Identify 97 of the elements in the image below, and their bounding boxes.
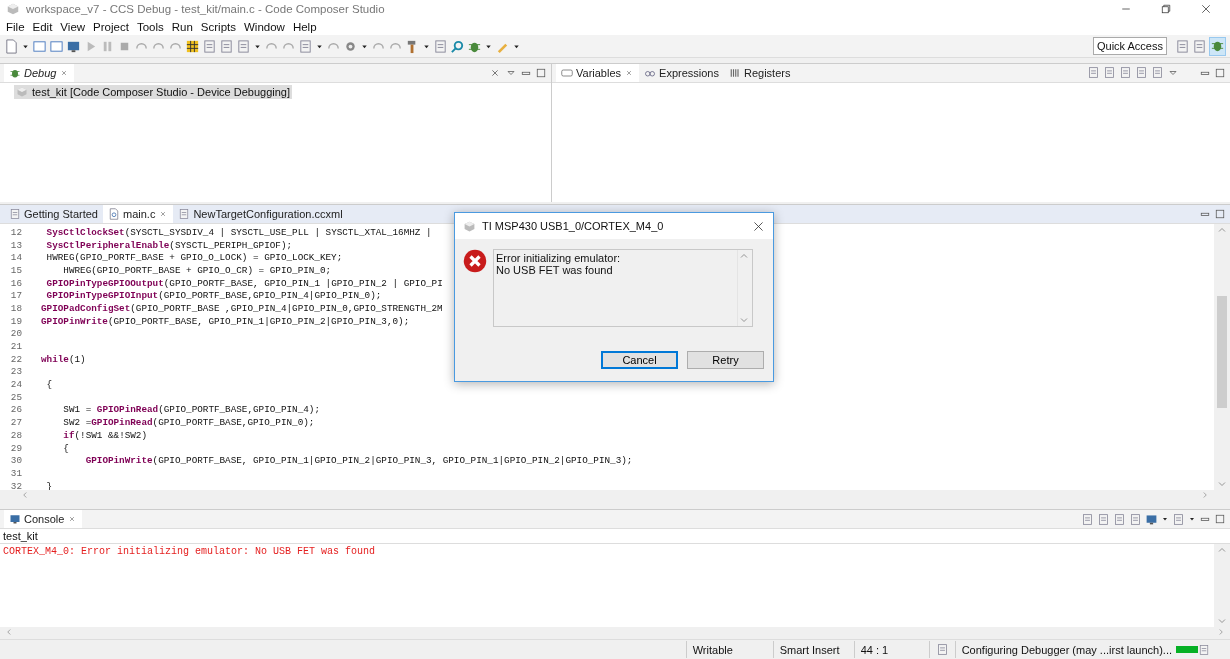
- doc-icon: [178, 208, 191, 220]
- code-line: HWREG(GPIO_PORTF_BASE + GPIO_O_LOCK) = GPIO_LOCK_KEY;: [45, 252, 343, 264]
- menu-item[interactable]: Edit: [28, 20, 57, 33]
- code-line: SysCtlPeripheralEnable(SYSCTL_PERIPH_GPIOF);: [45, 239, 293, 251]
- line-number: 32: [9, 480, 23, 490]
- line-number: 22: [9, 353, 23, 365]
- line-number: 23: [9, 366, 23, 378]
- view-tab[interactable]: Debug: [4, 63, 75, 82]
- cfile-icon: [108, 208, 120, 220]
- doc-icon: [433, 38, 448, 54]
- console-line: CORTEX_M4_0: Error initializing emulator: No USB FET was found: [3, 546, 377, 557]
- maximize-icon: [535, 66, 547, 79]
- menu-item[interactable]: View: [56, 20, 90, 33]
- scrollbar-thumb[interactable]: [1217, 296, 1227, 408]
- maximize-icon: [1214, 66, 1226, 79]
- restore-icon: [1160, 3, 1172, 16]
- progress-text: Configuring Debugger (may ...irst launch)...: [961, 643, 1172, 656]
- menu-item[interactable]: Help: [288, 20, 321, 33]
- doc-icon: [219, 38, 234, 54]
- code-line: GPIOPadConfigSet(GPIO_PORTF_BASE ,GPIO_PIN_4|GPIO_PIN_0,GPIO_STRENGTH_2M: [41, 302, 443, 314]
- line-number: 30: [9, 455, 23, 467]
- message-text: No USB FET was found: [496, 264, 614, 276]
- maximize-icon: [1214, 513, 1226, 525]
- code-line: }: [45, 480, 53, 490]
- grid-icon: [185, 38, 200, 54]
- message-text: Error initializing emulator:: [496, 252, 622, 264]
- view-tab[interactable]: Getting Started: [4, 205, 103, 223]
- status-field: Smart Insert: [772, 641, 854, 659]
- code-line: SW2 =GPIOPinRead(GPIO_PORTF_BASE,GPIO_PIN_0);: [62, 417, 315, 429]
- doc-icon: [298, 38, 313, 54]
- code-line: while(1): [41, 353, 86, 365]
- dialog-button[interactable]: Retry: [687, 351, 764, 369]
- code-line: if(!SW1 &&!SW2): [62, 429, 148, 441]
- close-icon: [752, 219, 765, 233]
- dropdown-arrow-icon: [1161, 515, 1169, 523]
- view-tab[interactable]: Expressions: [639, 63, 724, 82]
- close-icon: [1200, 3, 1212, 16]
- code-line: {: [45, 379, 53, 391]
- line-number: 14: [9, 252, 23, 264]
- save-all-icon: [49, 38, 64, 54]
- save-icon: [32, 38, 47, 54]
- status-field: Writable: [685, 641, 773, 659]
- doc-icon: [9, 208, 21, 220]
- line-number: 28: [9, 429, 23, 441]
- tree-item[interactable]: test_kit [Code Composer Studio - Device Debugging]: [14, 84, 293, 99]
- line-number: 17: [9, 290, 23, 302]
- code-line: SysCtlClockSet(SYSCTL_SYSDIV_4 | SYSCTL_USE_PLL | SYSCTL_XTAL_16MHZ |: [45, 226, 432, 238]
- menu-item[interactable]: Tools: [132, 20, 168, 33]
- quick-access-field[interactable]: Quick Access: [1092, 37, 1167, 56]
- bars-icon: [728, 66, 741, 79]
- line-number: 29: [9, 442, 23, 454]
- view-tab[interactable]: Variables: [556, 63, 640, 82]
- view-tab[interactable]: main.c: [103, 205, 174, 223]
- line-number: 24: [9, 379, 23, 391]
- menu-item[interactable]: Window: [240, 20, 289, 33]
- code-line: {: [62, 442, 69, 454]
- dropdown-arrow-icon: [1188, 515, 1196, 523]
- line-number: 19: [9, 315, 23, 327]
- line-number: 15: [9, 264, 23, 276]
- cube-icon: [16, 85, 28, 98]
- perspective-icon: [1175, 38, 1190, 54]
- line-number: 13: [9, 239, 23, 251]
- code-line: HWREG(GPIO_PORTF_BASE + GPIO_O_CR) = GPIO_PIN_0;: [62, 264, 332, 276]
- menu-item[interactable]: File: [2, 20, 29, 33]
- view-tab[interactable]: Registers: [723, 63, 796, 82]
- line-number: 25: [9, 391, 23, 403]
- new-file-icon: [4, 38, 19, 54]
- console-name: test_kit: [0, 529, 1230, 544]
- line-number: 12: [9, 226, 23, 238]
- maximize-icon: [1214, 208, 1226, 220]
- line-number: 27: [9, 417, 23, 429]
- app-icon: [6, 2, 20, 17]
- line-number: 31: [9, 467, 23, 479]
- line-number: 21: [9, 341, 23, 353]
- search-icon: [450, 38, 465, 54]
- code-line: SW1 = GPIOPinRead(GPIO_PORTF_BASE,GPIO_PIN_4);: [62, 404, 320, 416]
- code-line: GPIOPinWrite(GPIO_PORTF_BASE, GPIO_PIN_1|GPIO_PIN_2|GPIO_PIN_3, GPIO_PIN_1|GPIO_PIN_2|GPIO_PIN_3);: [84, 455, 633, 467]
- view-tab[interactable]: NewTargetConfiguration.ccxml: [173, 205, 348, 223]
- error-icon: [463, 249, 487, 273]
- line-number: 20: [9, 328, 23, 340]
- menu-item[interactable]: Run: [167, 20, 197, 33]
- cube-icon: [463, 219, 476, 233]
- menu-item[interactable]: Project: [89, 20, 133, 33]
- perspective-icon: [1192, 38, 1207, 54]
- code-line: GPIOPinWrite(GPIO_PORTF_BASE, GPIO_PIN_1|GPIO_PIN_2|GPIO_PIN_3,0);: [41, 315, 410, 327]
- view-tab[interactable]: Console: [4, 510, 83, 528]
- window-title: workspace_v7 - CCS Debug - test_kit/main.c - Code Composer Studio: [26, 3, 385, 16]
- status-field: 44 : 1: [853, 641, 929, 659]
- doc-icon: [236, 38, 251, 54]
- line-number: 26: [9, 404, 23, 416]
- code-line: GPIOPinTypeGPIOOutput(GPIO_PORTF_BASE, GPIO_PIN_1 |GPIO_PIN_2 | GPIO_PI: [45, 277, 443, 289]
- line-number: 18: [9, 302, 23, 314]
- dialog-button[interactable]: Cancel: [601, 351, 678, 369]
- code-line: GPIOPinTypeGPIOInput(GPIO_PORTF_BASE,GPIO_PIN_4|GPIO_PIN_0);: [45, 290, 382, 302]
- line-number: 16: [9, 277, 23, 289]
- menu-item[interactable]: Scripts: [196, 20, 240, 33]
- dialog-title: TI MSP430 USB1_0/CORTEX_M4_0: [482, 220, 665, 232]
